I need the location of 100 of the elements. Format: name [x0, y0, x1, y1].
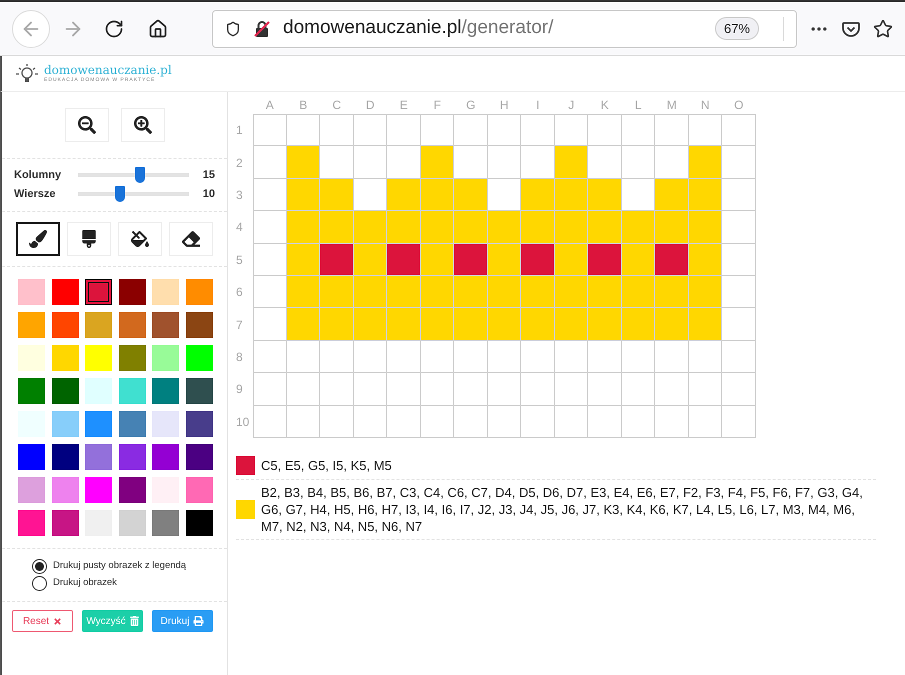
color-swatch[interactable] [152, 345, 179, 371]
grid-cell[interactable] [286, 308, 320, 341]
grid-cell[interactable] [722, 146, 756, 179]
color-swatch[interactable] [118, 477, 146, 503]
grid-cell[interactable] [488, 340, 521, 374]
grid-cell[interactable] [488, 178, 521, 212]
grid-cell[interactable] [320, 114, 354, 146]
grid-cell[interactable] [454, 308, 488, 341]
grid-cell[interactable] [554, 373, 588, 406]
color-swatch[interactable] [152, 411, 179, 437]
grid-cell[interactable] [722, 373, 756, 406]
grid-cell[interactable] [253, 373, 286, 406]
slider-thumb[interactable] [135, 167, 146, 183]
color-swatch[interactable] [18, 444, 45, 470]
grid-cell[interactable] [454, 178, 488, 212]
grid-cell[interactable] [286, 114, 320, 146]
reload-icon[interactable] [104, 18, 124, 38]
grid-cell[interactable] [554, 211, 588, 244]
grid-cell[interactable] [521, 276, 554, 308]
grid-cell[interactable] [622, 146, 655, 179]
grid-cell[interactable] [655, 244, 688, 276]
color-swatch[interactable] [186, 345, 212, 371]
grid-cell[interactable] [521, 178, 554, 212]
grid-cell[interactable] [286, 146, 320, 179]
grid-cell[interactable] [688, 178, 722, 212]
color-swatch[interactable] [152, 510, 179, 536]
grid-cell[interactable] [588, 114, 622, 146]
grid-cell[interactable] [420, 146, 454, 179]
grid-cell[interactable] [688, 308, 722, 341]
grid-cell[interactable] [286, 211, 320, 244]
grid-cell[interactable] [387, 276, 420, 308]
grid-cell[interactable] [387, 308, 420, 341]
grid-cell[interactable] [454, 114, 488, 146]
grid-cell[interactable] [488, 114, 521, 146]
slider-thumb[interactable] [115, 186, 126, 202]
grid-cell[interactable] [655, 146, 688, 179]
color-swatch[interactable] [186, 444, 212, 470]
grid-cell[interactable] [554, 276, 588, 308]
color-swatch[interactable] [52, 477, 78, 503]
grid-cell[interactable] [420, 340, 454, 374]
color-swatch[interactable] [118, 345, 146, 371]
color-swatch[interactable] [152, 444, 179, 470]
radio-button[interactable] [32, 559, 47, 574]
grid-cell[interactable] [688, 373, 722, 406]
grid-cell[interactable] [521, 340, 554, 374]
zoom-out-button[interactable] [64, 108, 108, 142]
grid-cell[interactable] [420, 211, 454, 244]
grid-cell[interactable] [354, 340, 387, 374]
color-swatch[interactable] [52, 411, 78, 437]
grid-cell[interactable] [320, 308, 354, 341]
grid-cell[interactable] [554, 178, 588, 212]
grid-cell[interactable] [554, 146, 588, 179]
grid-cell[interactable] [688, 211, 722, 244]
grid-cell[interactable] [521, 373, 554, 406]
grid-cell[interactable] [454, 406, 488, 438]
grid-cell[interactable] [420, 244, 454, 276]
grid-cell[interactable] [722, 308, 756, 341]
color-swatch[interactable] [152, 378, 179, 404]
grid-cell[interactable] [454, 373, 488, 406]
grid-cell[interactable] [688, 146, 722, 179]
color-swatch[interactable] [186, 411, 212, 437]
grid-cell[interactable] [521, 146, 554, 179]
color-swatch[interactable] [85, 411, 112, 437]
color-swatch[interactable] [52, 312, 78, 338]
grid-cell[interactable] [655, 178, 688, 212]
grid-cell[interactable] [286, 373, 320, 406]
grid-cell[interactable] [253, 178, 286, 212]
grid-cell[interactable] [655, 114, 688, 146]
grid-cell[interactable] [420, 114, 454, 146]
radio-button[interactable] [32, 576, 47, 591]
color-swatch[interactable] [52, 345, 78, 371]
color-swatch[interactable] [118, 279, 146, 305]
grid-cell[interactable] [253, 406, 286, 438]
logo-text[interactable]: domowenauczanie.pl [44, 64, 172, 76]
grid-cell[interactable] [588, 211, 622, 244]
color-swatch[interactable] [18, 378, 45, 404]
grid-cell[interactable] [253, 114, 286, 146]
grid-cell[interactable] [320, 340, 354, 374]
grid-cell[interactable] [320, 146, 354, 179]
grid-cell[interactable] [622, 276, 655, 308]
grid-cell[interactable] [253, 308, 286, 341]
grid-cell[interactable] [688, 276, 722, 308]
grid-cell[interactable] [688, 114, 722, 146]
grid-cell[interactable] [253, 146, 286, 179]
bookmark-star-icon[interactable] [873, 18, 893, 38]
grid-cell[interactable] [286, 178, 320, 212]
grid-cell[interactable] [387, 114, 420, 146]
slider-track[interactable] [78, 167, 189, 184]
color-swatch[interactable] [85, 345, 112, 371]
grid-cell[interactable] [420, 406, 454, 438]
color-swatch[interactable] [52, 444, 78, 470]
grid-cell[interactable] [655, 373, 688, 406]
grid-cell[interactable] [420, 178, 454, 212]
color-swatch[interactable] [85, 312, 112, 338]
grid-cell[interactable] [655, 406, 688, 438]
grid-cell[interactable] [588, 308, 622, 341]
grid-cell[interactable] [454, 244, 488, 276]
grid-cell[interactable] [688, 340, 722, 374]
color-swatch[interactable] [18, 510, 45, 536]
grid-cell[interactable] [488, 211, 521, 244]
